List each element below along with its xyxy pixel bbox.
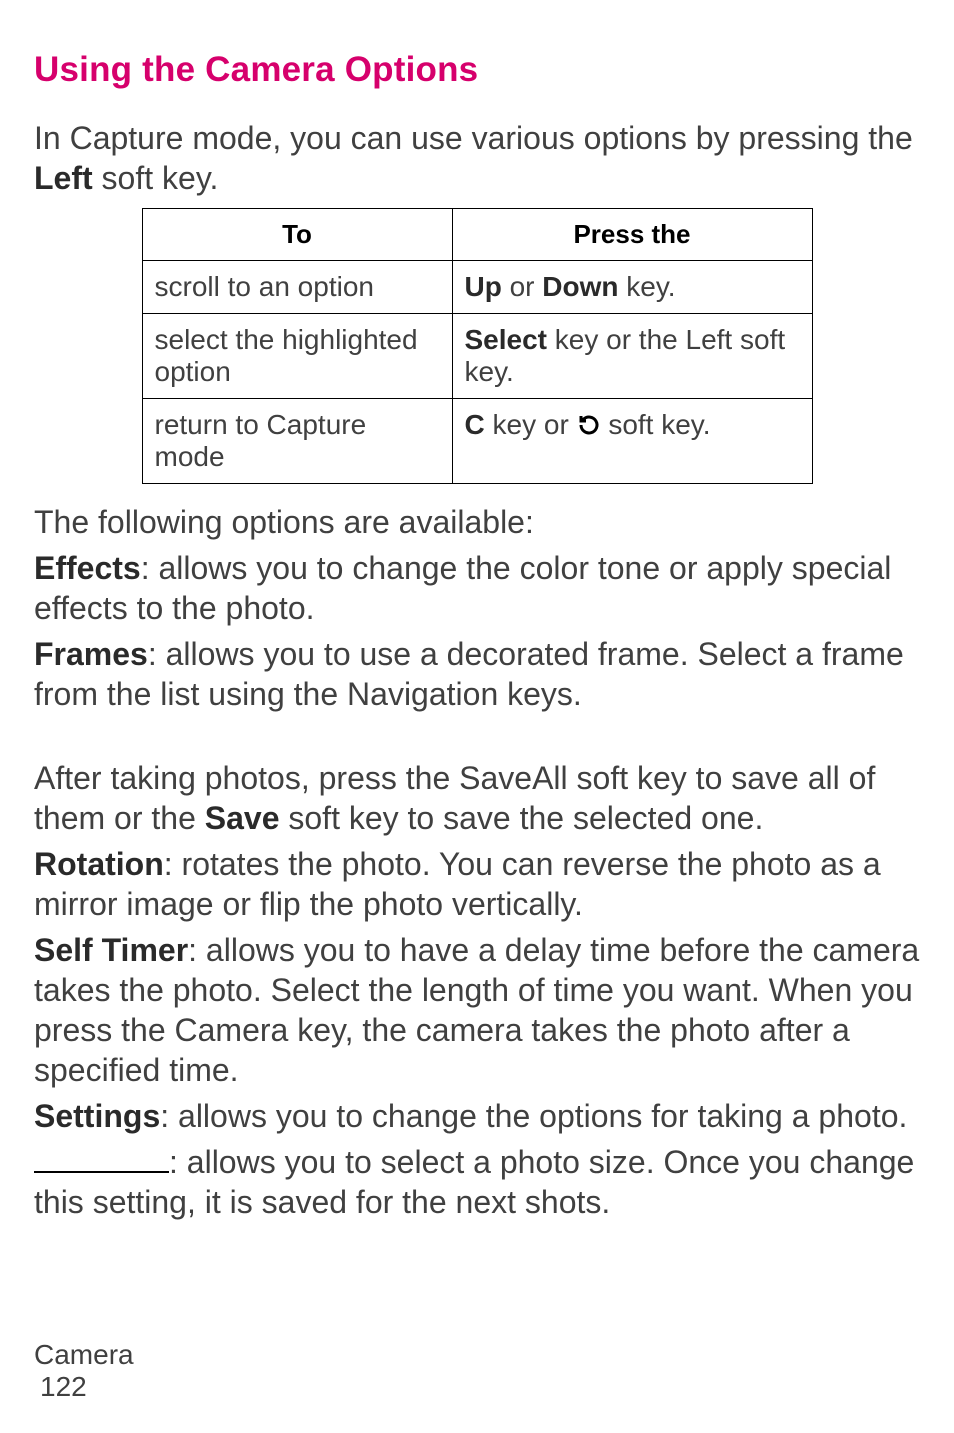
option-settings: Settings: allows you to change the optio… <box>34 1096 920 1136</box>
footer-page-number: 122 <box>34 1371 134 1403</box>
key-down: Down <box>542 271 618 302</box>
blank-field <box>34 1142 169 1173</box>
page-footer: Camera 122 <box>34 1339 134 1403</box>
key-c: C <box>465 409 485 440</box>
table-row: return to Capture mode C key or soft key… <box>142 399 812 484</box>
key-up: Up <box>465 271 502 302</box>
txt: soft key. <box>601 409 711 440</box>
option-label-rotation: Rotation <box>34 846 164 882</box>
option-text-frames: : allows you to use a decorated frame. S… <box>34 636 904 712</box>
options-table: To Press the scroll to an option Up or D… <box>142 208 813 484</box>
table-row: select the highlighted option Select key… <box>142 314 812 399</box>
refresh-icon <box>577 412 601 444</box>
key-select: Select <box>465 324 548 355</box>
option-label-selftimer: Self Timer <box>34 932 188 968</box>
txt: or <box>502 271 542 302</box>
intro-prefix: In Capture mode, you can use various opt… <box>34 120 913 156</box>
table-cell-to: select the highlighted option <box>142 314 452 399</box>
option-text-settings: : allows you to change the options for t… <box>160 1098 907 1134</box>
options-available: The following options are available: <box>34 502 920 542</box>
option-text-effects: : allows you to change the color tone or… <box>34 550 891 626</box>
option-rotation: Rotation: rotates the photo. You can rev… <box>34 844 920 924</box>
key-save: Save <box>205 800 280 836</box>
table-cell-press: Select key or the Left soft key. <box>452 314 812 399</box>
option-blankline: : allows you to select a photo size. Onc… <box>34 1142 920 1222</box>
intro-paragraph: In Capture mode, you can use various opt… <box>34 118 920 198</box>
after-photos-suffix: soft key to save the selected one. <box>279 800 763 836</box>
table-cell-to: scroll to an option <box>142 261 452 314</box>
footer-section: Camera <box>34 1339 134 1371</box>
intro-suffix: soft key. <box>93 160 219 196</box>
option-label-frames: Frames <box>34 636 148 672</box>
option-effects: Effects: allows you to change the color … <box>34 548 920 628</box>
option-label-settings: Settings <box>34 1098 160 1134</box>
table-row: scroll to an option Up or Down key. <box>142 261 812 314</box>
txt: key. <box>619 271 676 302</box>
txt: key or <box>485 409 577 440</box>
section-heading: Using the Camera Options <box>34 50 920 90</box>
option-frames: Frames: allows you to use a decorated fr… <box>34 634 920 714</box>
table-cell-press: C key or soft key. <box>452 399 812 484</box>
table-cell-to: return to Capture mode <box>142 399 452 484</box>
table-header-to: To <box>142 209 452 261</box>
option-label-effects: Effects <box>34 550 141 586</box>
option-selftimer: Self Timer: allows you to have a delay t… <box>34 930 920 1090</box>
table-cell-press: Up or Down key. <box>452 261 812 314</box>
table-header-press: Press the <box>452 209 812 261</box>
after-photos: After taking photos, press the SaveAll s… <box>34 758 920 838</box>
intro-left-key: Left <box>34 160 93 196</box>
